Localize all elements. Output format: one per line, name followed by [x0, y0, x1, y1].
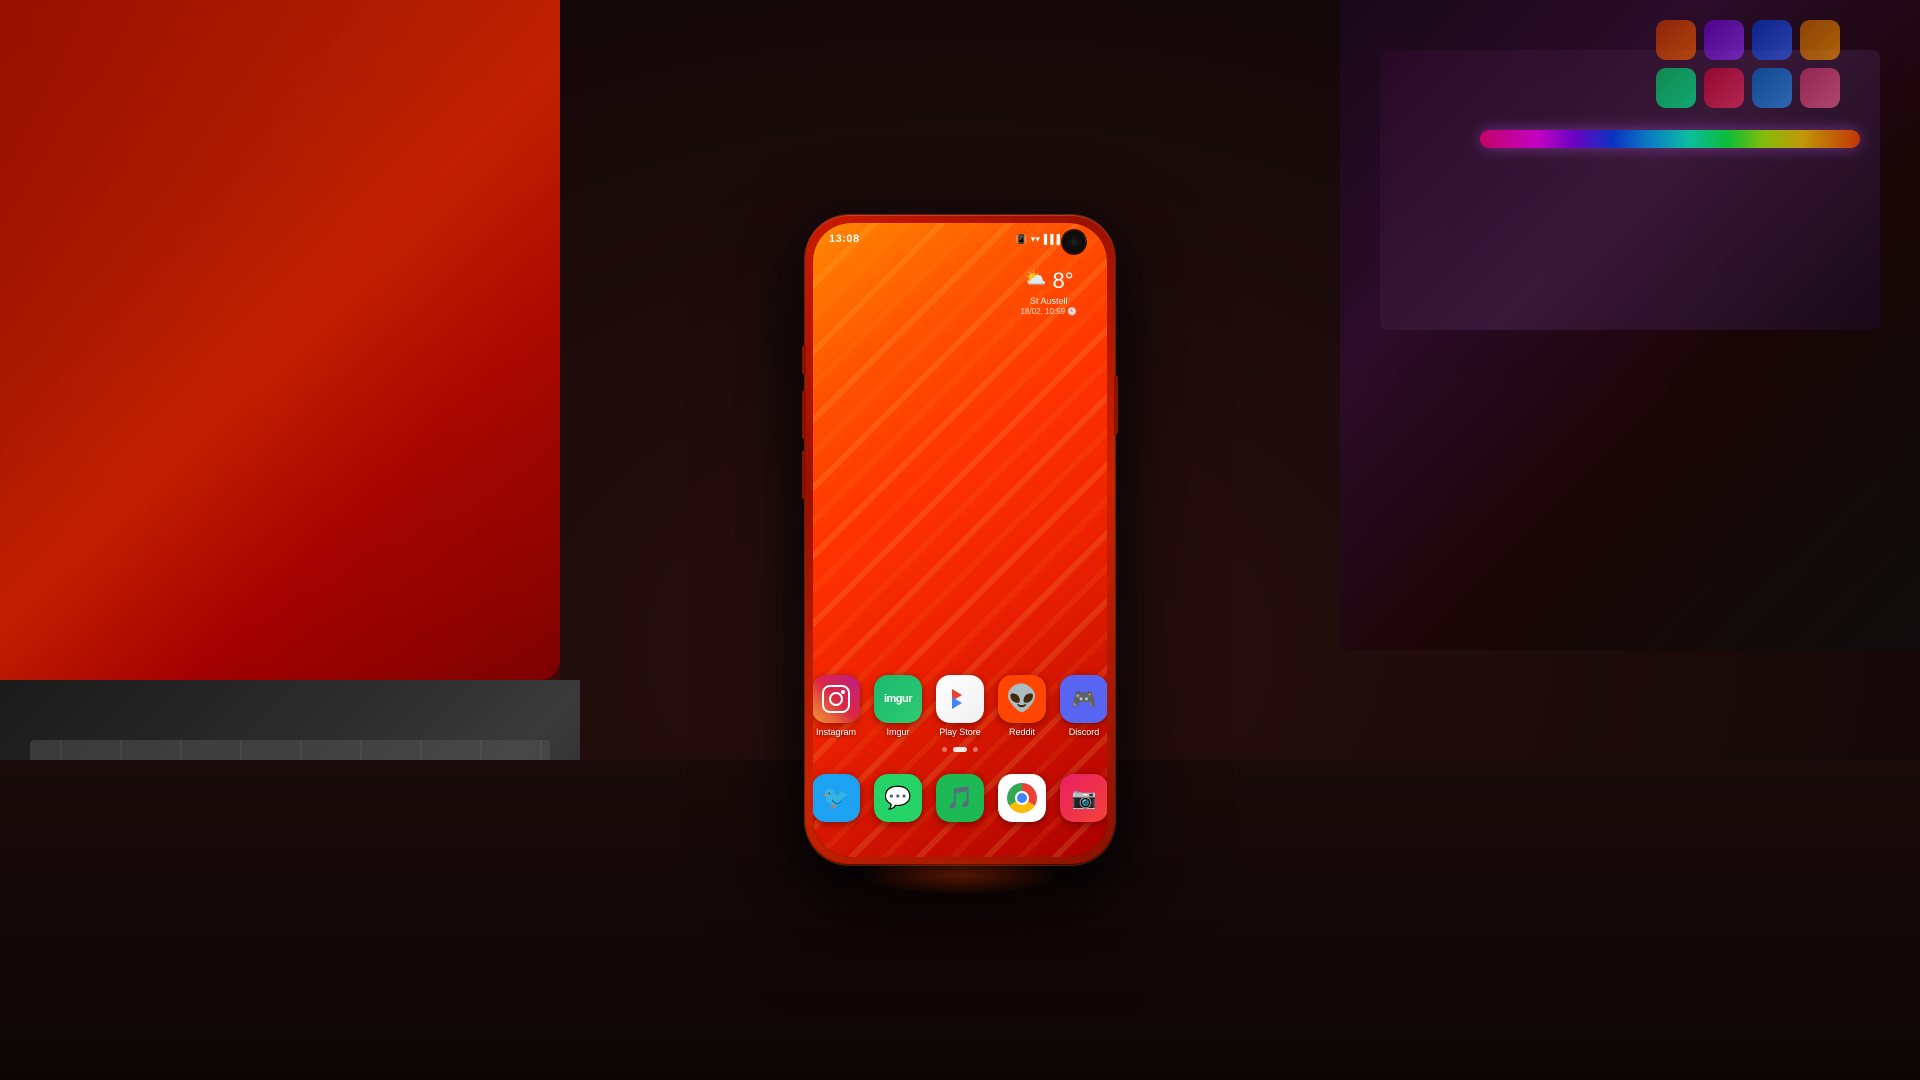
playstore-icon-inner [948, 687, 972, 711]
phone-screen: 13:08 📳 ▾▾ ▌▌▌ 48% ⛅ 8° St Austell [813, 223, 1107, 857]
weather-icon: ⛅ [1024, 268, 1046, 289]
instagram-icon-inner [822, 685, 850, 713]
dock-row: 🐦 💬 🎵 [813, 774, 1107, 822]
camera-icon[interactable]: 📷 [1060, 774, 1107, 822]
screen-bezel: 13:08 📳 ▾▾ ▌▌▌ 48% ⛅ 8° St Austell [813, 223, 1107, 857]
power-button [1114, 375, 1118, 435]
status-time: 13:08 [829, 233, 860, 245]
reddit-label: Reddit [1009, 727, 1035, 737]
monitor-icon-4 [1800, 20, 1840, 60]
app-chrome[interactable] [998, 774, 1046, 822]
playstore-icon[interactable] [936, 675, 984, 723]
monitor-icon-5 [1656, 68, 1696, 108]
app-instagram[interactable]: Instagram [813, 675, 860, 737]
imgur-label: Imgur [886, 727, 909, 737]
discord-icon[interactable]: 🎮 [1060, 675, 1107, 723]
chrome-icon[interactable] [998, 774, 1046, 822]
front-camera [1063, 231, 1085, 253]
app-spotify[interactable]: 🎵 [936, 774, 984, 822]
reddit-icon[interactable]: 👽 [998, 675, 1046, 723]
monitor-icon-1 [1656, 20, 1696, 60]
imgur-icon-inner: imgur [884, 693, 912, 705]
instagram-label: Instagram [816, 727, 856, 737]
app-discord[interactable]: 🎮 Discord [1060, 675, 1107, 737]
camera-icon-inner: 📷 [1072, 786, 1097, 811]
vibrate-icon: 📳 [1016, 234, 1027, 245]
page-dot-3 [973, 747, 978, 752]
spotify-icon[interactable]: 🎵 [936, 774, 984, 822]
wifi-icon: ▾▾ [1031, 234, 1040, 245]
app-playstore[interactable]: Play Store [936, 675, 984, 737]
app-whatsapp[interactable]: 💬 [874, 774, 922, 822]
volume-down-button [802, 390, 806, 440]
monitor-icon-8 [1800, 68, 1840, 108]
weather-location: St Austell [1021, 296, 1077, 306]
app-imgur[interactable]: imgur Imgur [874, 675, 922, 737]
bixby-button [802, 450, 806, 500]
app-twitter[interactable]: 🐦 [813, 774, 860, 822]
app-camera[interactable]: 📷 [1060, 774, 1107, 822]
monitor-icon-3 [1752, 20, 1792, 60]
chrome-center [1015, 791, 1029, 805]
discord-label: Discord [1069, 727, 1100, 737]
monitor-icon-2 [1704, 20, 1744, 60]
left-monitor [0, 0, 560, 680]
signal-icon: ▌▌▌ [1044, 234, 1063, 244]
monitor-icon-6 [1704, 68, 1744, 108]
spotify-icon-inner: 🎵 [946, 785, 973, 811]
monitor-icon-7 [1752, 68, 1792, 108]
apps-row: Instagram imgur Imgur [813, 675, 1107, 737]
imgur-icon[interactable]: imgur [874, 675, 922, 723]
playstore-label: Play Store [939, 727, 981, 737]
page-dot-1 [942, 747, 947, 752]
weather-temperature: ⛅ 8° [1021, 268, 1077, 294]
right-monitor-icons [1656, 20, 1840, 108]
chrome-icon-inner [1007, 783, 1037, 813]
phone: 13:08 📳 ▾▾ ▌▌▌ 48% ⛅ 8° St Austell [805, 215, 1115, 865]
page-dot-2 [953, 747, 967, 752]
page-indicators [813, 747, 1107, 752]
rgb-strip [1480, 130, 1860, 148]
phone-shadow [860, 855, 1060, 895]
discord-icon-inner: 🎮 [1072, 687, 1097, 712]
play-triangle-bottom [952, 697, 962, 709]
weather-datetime: 18/02, 10:59 🕙 [1021, 307, 1077, 316]
phone-shell: 13:08 📳 ▾▾ ▌▌▌ 48% ⛅ 8° St Austell [805, 215, 1115, 865]
instagram-icon[interactable] [813, 675, 860, 723]
twitter-icon[interactable]: 🐦 [813, 774, 860, 822]
twitter-icon-inner: 🐦 [822, 785, 849, 811]
reddit-icon-inner: 👽 [1006, 684, 1038, 714]
weather-widget: ⛅ 8° St Austell 18/02, 10:59 🕙 [1021, 268, 1077, 316]
volume-up-button [802, 345, 806, 375]
right-monitor [1340, 0, 1920, 650]
whatsapp-icon[interactable]: 💬 [874, 774, 922, 822]
whatsapp-icon-inner: 💬 [884, 785, 911, 811]
app-reddit[interactable]: 👽 Reddit [998, 675, 1046, 737]
